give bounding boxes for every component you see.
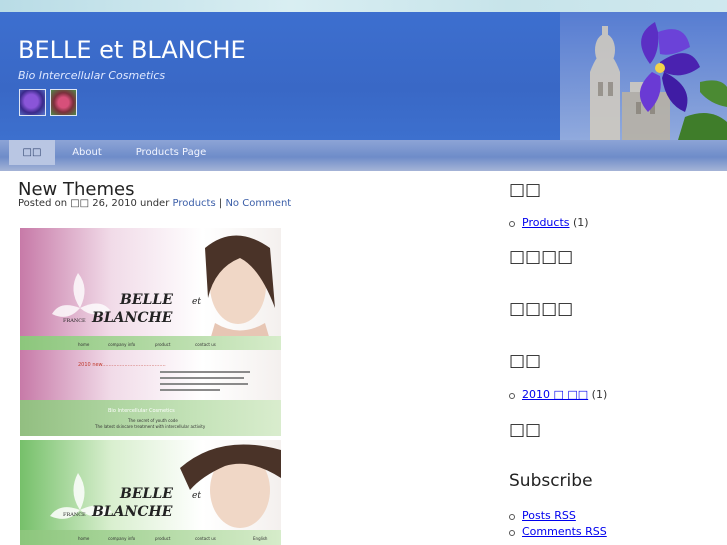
post-category-link[interactable]: Products	[173, 198, 216, 209]
nav-item-home[interactable]: □□	[9, 140, 55, 165]
main-nav: □□ About Products Page	[0, 140, 727, 171]
brand-blanche-text-2: BLANCHE	[91, 504, 173, 520]
archives-list: 2010 □ □□ (1)	[509, 387, 607, 403]
brand-belle-text: BELLE	[119, 292, 173, 308]
list-item: Comments RSS	[509, 524, 607, 540]
brand-france-text: FRANCE	[63, 318, 86, 324]
mock-slogan-1: The secret of youth code	[127, 418, 178, 423]
mock-menu-home-2: home	[78, 536, 90, 541]
posts-rss-link[interactable]: Posts RSS	[522, 509, 576, 522]
archive-link-2010[interactable]: 2010 □ □□	[522, 388, 588, 401]
list-item: Posts RSS	[509, 508, 607, 524]
top-strip	[0, 0, 727, 12]
archive-count: (1)	[591, 388, 608, 401]
post-title[interactable]: New Themes	[18, 179, 134, 200]
category-link-products[interactable]: Products	[522, 216, 570, 229]
mock-slogan-2: The latest skincare treatment with inter…	[94, 424, 206, 429]
nav-item-about[interactable]: About	[60, 140, 114, 165]
mock-menu-company: company info	[108, 342, 136, 347]
mock-menu-contact-2: contact us	[195, 536, 216, 541]
mock-menu-product-2: product	[155, 536, 171, 541]
widget-title-subscribe: Subscribe	[509, 471, 593, 491]
post-theme-preview-image[interactable]: BELLE et FRANCE BLANCHE home company inf…	[20, 228, 281, 545]
red-flower-thumbnail[interactable]	[50, 89, 77, 116]
site-title[interactable]: BELLE et BLANCHE	[18, 36, 246, 64]
mock-menu-product: product	[155, 342, 171, 347]
header-flower-building-art	[560, 12, 727, 140]
widget-title-3: □□□□	[509, 299, 574, 319]
post-comments-link[interactable]: No Comment	[225, 198, 291, 209]
theme-panel-pink: BELLE et FRANCE BLANCHE home company inf…	[20, 228, 281, 436]
mock-menu-company-2: company info	[108, 536, 136, 541]
widget-title-5: □□	[509, 420, 542, 440]
mock-menu-contact: contact us	[195, 342, 216, 347]
list-item: 2010 □ □□ (1)	[509, 387, 607, 403]
brand-et-text-2: et	[192, 491, 201, 501]
widget-title-archives: □□	[509, 351, 542, 371]
purple-flower-thumbnail[interactable]	[19, 89, 46, 116]
post-meta: Posted on □□ 26, 2010 under Products | N…	[18, 198, 291, 209]
mock-menu-english-2: English	[253, 536, 268, 541]
mock-menu-home: home	[78, 342, 90, 347]
categories-list: Products (1)	[509, 215, 589, 231]
brand-france-text-2: FRANCE	[63, 512, 86, 518]
category-count: (1)	[573, 216, 589, 229]
post-date: Posted on □□ 26, 2010 under	[18, 198, 170, 209]
site-header: BELLE et BLANCHE Bio Intercellular Cosme…	[0, 12, 727, 140]
list-item: Products (1)	[509, 215, 589, 231]
widget-title-categories: □□	[509, 180, 542, 200]
mock-subtitle: Bio Intercellular Cosmetics	[108, 408, 175, 414]
header-thumbnails	[19, 89, 77, 116]
nav-item-products-page[interactable]: Products Page	[124, 140, 218, 165]
site-tagline: Bio Intercellular Cosmetics	[18, 69, 166, 82]
theme-panel-green: BELLE et FRANCE BLANCHE home company inf…	[20, 440, 281, 545]
brand-belle-text-2: BELLE	[119, 486, 173, 502]
mock-headline: 2010 new................................…	[78, 362, 166, 368]
brand-et-text: et	[192, 297, 201, 307]
meta-separator: |	[218, 198, 223, 209]
comments-rss-link[interactable]: Comments RSS	[522, 525, 607, 538]
subscribe-list: Posts RSS Comments RSS	[509, 508, 607, 540]
widget-title-2: □□□□	[509, 247, 574, 267]
brand-blanche-text: BLANCHE	[91, 310, 173, 326]
